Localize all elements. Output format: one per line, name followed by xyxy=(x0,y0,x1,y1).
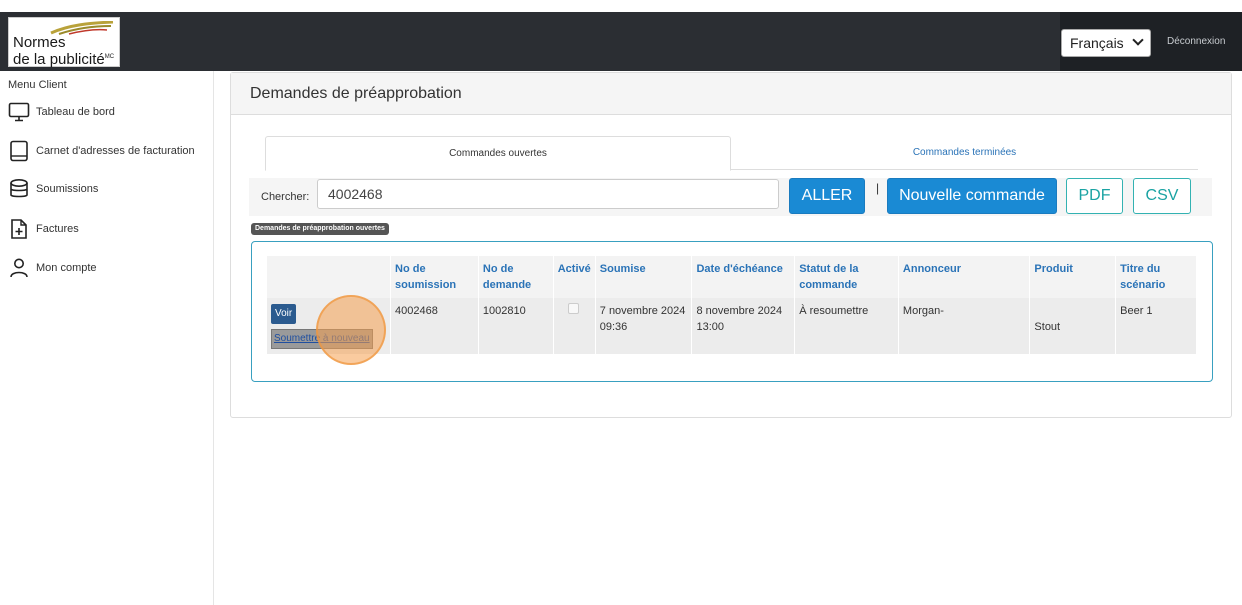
resubmit-button[interactable]: Soumettre à nouveau xyxy=(271,329,373,349)
column-header-active[interactable]: Activé xyxy=(553,256,596,298)
new-order-button[interactable]: Nouvelle commande xyxy=(887,178,1057,214)
tab-open-orders[interactable]: Commandes ouvertes xyxy=(265,136,731,171)
logo-swoosh-icon xyxy=(50,21,114,35)
section-badge: Demandes de préapprobation ouvertes xyxy=(251,223,389,235)
table-row: Voir Soumettre à nouveau 4002468 1002810… xyxy=(267,298,1197,354)
pdf-export-button[interactable]: PDF xyxy=(1066,178,1123,214)
tablet-icon xyxy=(10,140,28,162)
top-navbar: Normes de la publicitéMC Français Déconn… xyxy=(0,12,1242,71)
cell-submitted: 7 novembre 2024 09:36 xyxy=(595,298,693,354)
sidebar-item-dashboard[interactable]: Tableau de bord xyxy=(8,101,115,123)
column-header-scenario-title[interactable]: Titre du scénario xyxy=(1115,256,1197,298)
chevron-down-icon xyxy=(1132,34,1144,46)
column-header-actions xyxy=(267,256,392,298)
row-actions-cell: Voir Soumettre à nouveau xyxy=(267,298,392,354)
sidebar-item-label: Tableau de bord xyxy=(36,106,115,118)
cell-active xyxy=(553,298,596,354)
tab-bar: Commandes ouvertes Commandes terminées xyxy=(265,136,1198,171)
page-title: Demandes de préapprobation xyxy=(231,73,1231,115)
main-panel: Demandes de préapprobation Commandes ouv… xyxy=(230,72,1232,418)
cell-scenario-title: Beer 1 xyxy=(1115,298,1197,354)
language-select-value: Français xyxy=(1070,35,1124,51)
sidebar-item-invoices[interactable]: Factures xyxy=(8,218,79,240)
database-icon xyxy=(10,178,28,198)
cell-request-no: 1002810 xyxy=(478,298,554,354)
logo-text-line2: de la publicitéMC xyxy=(13,50,114,67)
view-button[interactable]: Voir xyxy=(271,304,297,324)
sidebar-item-label: Mon compte xyxy=(36,262,97,274)
logo-mark: MC xyxy=(104,54,115,60)
orders-table-container: No de soumission No de demande Activé So… xyxy=(251,241,1213,382)
column-header-request-no[interactable]: No de demande xyxy=(478,256,554,298)
toolbar-separator: | xyxy=(876,181,880,195)
cell-due-date: 8 novembre 2024 13:00 xyxy=(691,298,796,354)
sidebar-item-label: Factures xyxy=(36,223,79,235)
search-input[interactable]: 4002468 xyxy=(317,179,779,209)
column-header-status[interactable]: Statut de la commande xyxy=(794,256,899,298)
column-header-submitted[interactable]: Soumise xyxy=(595,256,693,298)
logo-text-line2-main: de la publicité xyxy=(13,51,105,68)
user-icon xyxy=(10,258,28,278)
search-toolbar: Chercher: 4002468 ALLER | Nouvelle comma… xyxy=(249,178,1212,216)
file-plus-icon xyxy=(11,219,27,239)
logo[interactable]: Normes de la publicitéMC xyxy=(8,17,120,67)
sidebar: Menu Client Tableau de bord Carnet d'adr… xyxy=(0,71,214,605)
sidebar-item-label: Carnet d'adresses de facturation xyxy=(36,145,195,157)
active-checkbox[interactable] xyxy=(567,303,579,314)
sidebar-item-submissions[interactable]: Soumissions xyxy=(8,178,98,200)
go-button[interactable]: ALLER xyxy=(789,178,865,214)
logout-link[interactable]: Déconnexion xyxy=(1167,36,1225,47)
sidebar-item-label: Soumissions xyxy=(36,183,99,195)
language-select[interactable]: Français xyxy=(1061,29,1151,57)
column-header-advertiser[interactable]: Annonceur xyxy=(898,256,1031,298)
csv-export-button[interactable]: CSV xyxy=(1133,178,1191,214)
monitor-icon xyxy=(8,102,30,122)
sidebar-title: Menu Client xyxy=(8,79,67,91)
sidebar-item-billing-addresses[interactable]: Carnet d'adresses de facturation xyxy=(8,140,195,162)
tab-completed-orders[interactable]: Commandes terminées xyxy=(731,136,1198,170)
logo-text-line1: Normes xyxy=(13,34,66,51)
column-header-product[interactable]: Produit xyxy=(1029,256,1117,298)
cell-product: Stout xyxy=(1029,298,1117,354)
table-header-row: No de soumission No de demande Activé So… xyxy=(267,256,1197,298)
orders-table: No de soumission No de demande Activé So… xyxy=(267,256,1197,354)
cell-advertiser: Morgan- xyxy=(898,298,1031,354)
column-header-submission-no[interactable]: No de soumission xyxy=(390,256,479,298)
column-header-due-date[interactable]: Date d'échéance xyxy=(691,256,796,298)
cell-submission-no: 4002468 xyxy=(390,298,479,354)
search-label: Chercher: xyxy=(261,191,310,203)
sidebar-item-account[interactable]: Mon compte xyxy=(8,257,97,279)
cell-status: À resoumettre xyxy=(794,298,899,354)
